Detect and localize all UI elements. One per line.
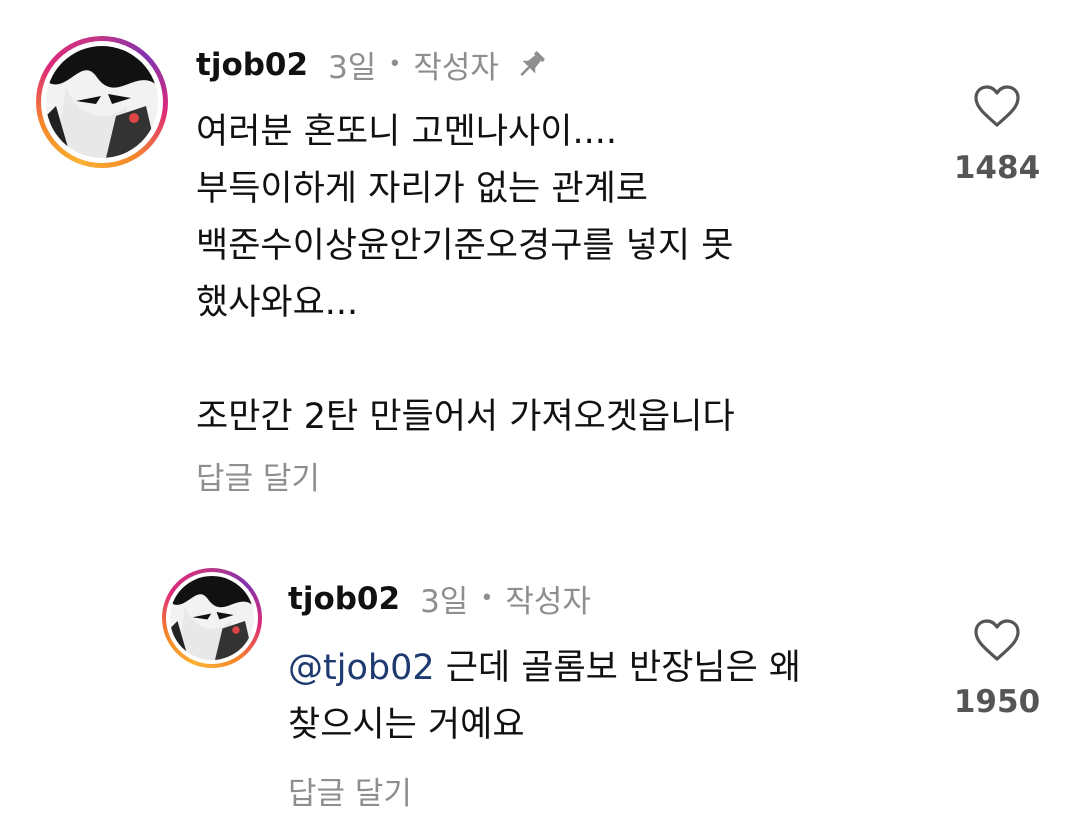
comment-text: 여러분 혼또니 고멘나사이.... 부득이하게 자리가 없는 관계로 백준수이상… — [196, 104, 735, 446]
avatar-image — [170, 576, 254, 660]
username[interactable]: tjob02 — [196, 47, 308, 83]
like-count: 1484 — [953, 150, 1041, 186]
mention-link[interactable]: @tjob02 — [288, 648, 435, 688]
comment-meta: tjob02 3일 • 작성자 — [196, 42, 549, 87]
comment-line: 백준수이상윤안기준오경구를 넣지 못 — [196, 226, 734, 266]
like-control: 1950 — [942, 618, 1052, 720]
timestamp: 3일 — [328, 50, 377, 86]
avatar[interactable] — [36, 36, 168, 168]
comment-line: @tjob02 근데 골롬보 반장님은 왜 — [288, 640, 801, 697]
separator-dot: • — [480, 586, 494, 611]
comment-meta: tjob02 3일 • 작성자 — [288, 576, 591, 621]
avatar[interactable] — [162, 568, 262, 668]
reply-button[interactable]: 답글 달기 — [288, 768, 412, 813]
username[interactable]: tjob02 — [288, 581, 400, 617]
comment-line: 했사와요... — [196, 283, 359, 323]
comment-line: 여러분 혼또니 고멘나사이.... — [196, 112, 617, 152]
comment-line: 조만간 2탄 만들어서 가져오겟읍니다 — [196, 397, 735, 437]
timestamp: 3일 — [420, 584, 469, 620]
author-badge: 작성자 — [413, 50, 499, 86]
comment-line-blank — [196, 332, 735, 389]
pin-icon — [513, 49, 549, 81]
comment-text: @tjob02 근데 골롬보 반장님은 왜 찾으시는 거예요 — [288, 640, 801, 754]
heart-outline-icon[interactable] — [973, 618, 1021, 666]
comment-line: 부득이하게 자리가 없는 관계로 — [196, 169, 648, 209]
like-control: 1484 — [942, 84, 1052, 186]
comment-line: 찾으시는 거예요 — [288, 705, 525, 745]
like-count: 1950 — [953, 684, 1041, 720]
separator-dot: • — [388, 52, 402, 77]
reply-button[interactable]: 답글 달기 — [196, 453, 320, 498]
avatar-image — [46, 46, 158, 158]
heart-outline-icon[interactable] — [973, 84, 1021, 132]
author-badge: 작성자 — [505, 584, 591, 620]
comment-line-rest: 근데 골롬보 반장님은 왜 — [434, 648, 802, 688]
